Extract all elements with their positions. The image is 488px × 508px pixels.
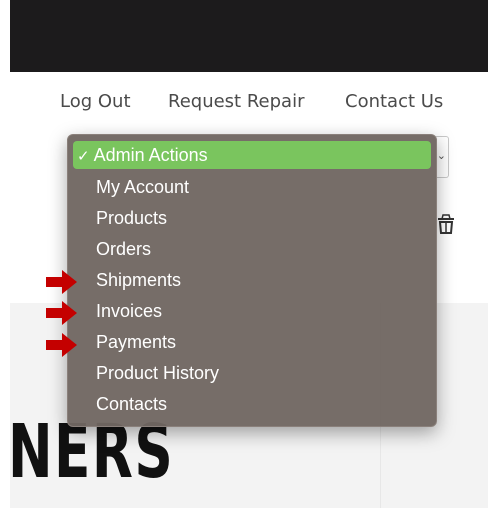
red-arrow-icon [46,270,77,294]
top-navigation: Log Out Request Repair Contact Us [0,91,488,115]
menu-item-label: Admin Actions [93,145,208,165]
log-out-link[interactable]: Log Out [60,91,131,112]
admin-actions-select[interactable]: ⌄ [436,136,449,178]
menu-item-shipments[interactable]: Shipments [68,265,436,296]
admin-actions-dropdown-menu[interactable]: ✓ Admin Actions My Account Products Order… [67,134,437,427]
menu-item-my-account[interactable]: My Account [68,172,436,203]
page: Log Out Request Repair Contact Us ⌄ NERS… [0,0,488,508]
menu-item-contacts[interactable]: Contacts [68,389,436,420]
menu-item-invoices[interactable]: Invoices [68,296,436,327]
top-header-bar [10,0,488,72]
menu-item-payments[interactable]: Payments [68,327,436,358]
chevron-down-icon: ⌄ [436,150,446,162]
request-repair-link[interactable]: Request Repair [168,91,304,112]
red-arrow-icon [46,333,77,357]
contact-us-link[interactable]: Contact Us [345,91,443,112]
menu-item-admin-actions[interactable]: ✓ Admin Actions [73,141,431,169]
menu-item-products[interactable]: Products [68,203,436,234]
menu-item-product-history[interactable]: Product History [68,358,436,389]
check-icon: ✓ [77,148,90,165]
basket-icon[interactable] [437,211,455,235]
red-arrow-icon [46,301,77,325]
menu-item-orders[interactable]: Orders [68,234,436,265]
